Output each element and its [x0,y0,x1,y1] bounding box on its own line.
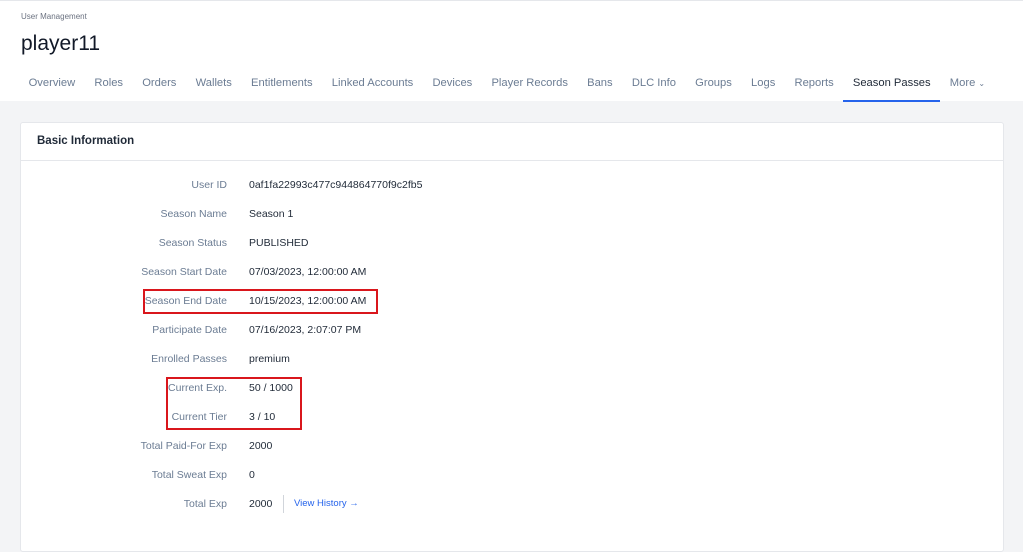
highlight-exp-tier [166,377,302,430]
card-divider [21,160,1003,161]
field-label: Season Status [158,237,227,249]
highlight-season-end-date [143,289,378,314]
tab-logs[interactable]: Logs [741,65,784,102]
field-label: Total Paid-For Exp [140,440,227,452]
tab-orders[interactable]: Orders [133,65,186,102]
field-label: Total Exp [183,498,227,510]
tab-overview[interactable]: Overview [19,65,85,102]
tab-bans[interactable]: Bans [578,65,623,102]
page-header: User Management player11 Overview Roles … [0,0,1023,102]
tab-more-label: More [949,77,976,89]
field-value: 2000 [249,498,273,510]
tab-more[interactable]: More ⌄ [940,65,995,102]
field-value: PUBLISHED [249,237,309,249]
tab-season-passes[interactable]: Season Passes [843,65,941,102]
tab-dlc-info[interactable]: DLC Info [622,65,685,102]
chevron-down-icon: ⌄ [978,79,986,88]
field-label: User ID [191,179,227,191]
field-label: Season Start Date [141,266,227,278]
tab-groups[interactable]: Groups [686,65,742,102]
field-label: Total Sweat Exp [151,469,227,481]
field-label: Enrolled Passes [151,353,227,365]
field-label: Participate Date [152,324,227,336]
view-history-link[interactable]: View History → [283,495,359,513]
field-value: 2000 [249,440,273,452]
field-value: 0 [249,469,255,481]
field-label: Season Name [160,208,227,220]
tab-roles[interactable]: Roles [85,65,133,102]
page-title: player11 [21,32,100,55]
field-value: premium [249,353,290,365]
tab-reports[interactable]: Reports [785,65,843,102]
basic-information-card: Basic Information User ID 0af1fa22993c477… [20,122,1004,552]
field-value: 07/16/2023, 2:07:07 PM [249,324,362,336]
field-value: 07/03/2023, 12:00:00 AM [249,266,367,278]
tab-entitlements[interactable]: Entitlements [241,65,322,102]
tab-bar: Overview Roles Orders Wallets Entitlemen… [19,65,995,102]
tab-devices[interactable]: Devices [423,65,482,102]
tab-player-records[interactable]: Player Records [482,65,578,102]
field-value: Season 1 [249,208,294,220]
field-value: 0af1fa22993c477c944864770f9c2fb5 [249,179,423,191]
card-title: Basic Information [37,135,135,147]
tab-wallets[interactable]: Wallets [186,65,241,102]
breadcrumb[interactable]: User Management [21,12,87,21]
tab-linked-accounts[interactable]: Linked Accounts [322,65,423,102]
